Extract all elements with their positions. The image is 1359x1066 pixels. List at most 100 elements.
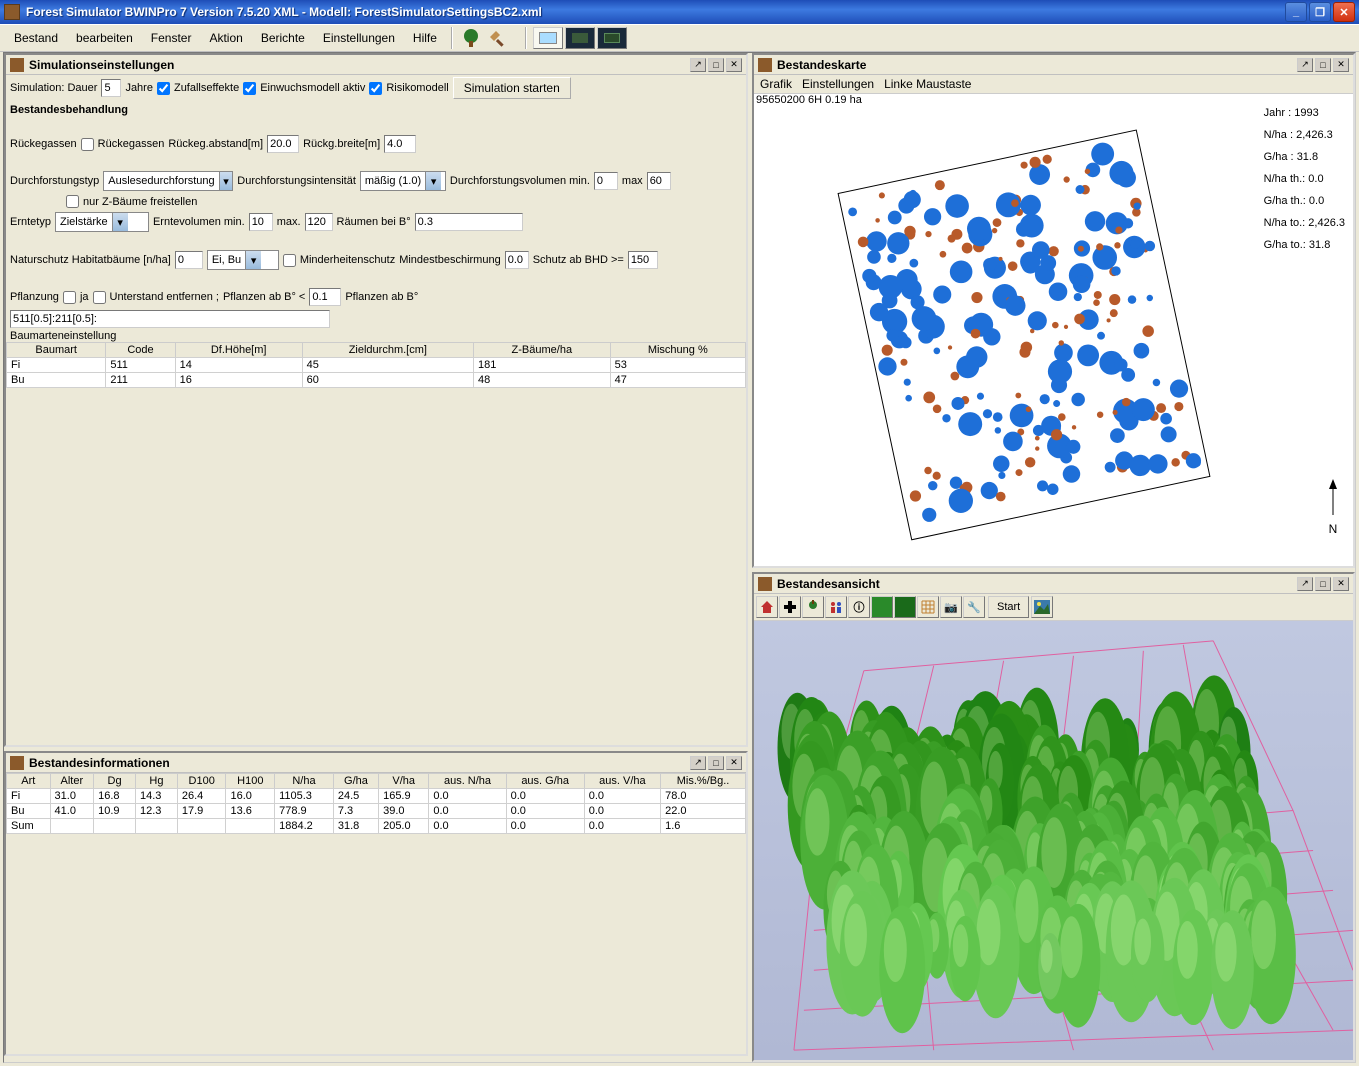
map-menu-linke-maustaste[interactable]: Linke Maustaste (884, 77, 971, 91)
panel-minimize-icon[interactable]: ↗ (690, 756, 706, 770)
people-icon[interactable] (825, 596, 847, 618)
info-table: ArtAlterDgHgD100H100N/haG/haV/haaus. N/h… (6, 773, 746, 834)
durchforstungsvolumen-min-input[interactable] (594, 172, 618, 190)
grid-icon[interactable] (917, 596, 939, 618)
simulation-starten-button[interactable]: Simulation starten (453, 77, 571, 99)
panel-bestandeskarte: Bestandeskarte ↗ □ ✕ Grafik Einstellunge… (752, 53, 1355, 568)
wrench-icon[interactable]: 🔧 (963, 596, 985, 618)
naturschutz-label: Naturschutz Habitatbäume [n/ha] (10, 254, 171, 266)
menu-bearbeiten[interactable]: bearbeiten (68, 27, 141, 49)
close-button[interactable]: ✕ (1333, 2, 1355, 22)
schutz-bhd-input[interactable] (628, 251, 658, 269)
pflanzen-textbox[interactable] (10, 310, 330, 328)
pflanzung-ja-checkbox[interactable] (63, 291, 76, 304)
zufallseffekte-checkbox[interactable] (157, 82, 170, 95)
chevron-down-icon[interactable]: ▾ (245, 251, 261, 269)
panel-minimize-icon[interactable]: ↗ (1297, 58, 1313, 72)
durchforstungstyp-combo[interactable]: Auslesedurchforstung▾ (103, 171, 233, 191)
panel-minimize-icon[interactable]: ↗ (690, 58, 706, 72)
view-toolbar: ⓘ 📷 🔧 Start (754, 594, 1353, 621)
naturschutz-input[interactable] (175, 251, 203, 269)
panel-close-icon[interactable]: ✕ (1333, 577, 1349, 591)
green-2-icon[interactable] (894, 596, 916, 618)
nur-z-baeume-label: nur Z-Bäume freistellen (83, 196, 197, 208)
mindestbeschirmung-label: Mindestbeschirmung (399, 254, 501, 266)
axe-icon[interactable] (485, 26, 509, 50)
table-row[interactable]: Bu21116604847 (7, 373, 746, 388)
erntetyp-combo[interactable]: Zielstärke▾ (55, 212, 149, 232)
panel-close-icon[interactable]: ✕ (1333, 58, 1349, 72)
camera-icon[interactable]: 📷 (940, 596, 962, 618)
ja-label: ja (80, 291, 89, 303)
panel-title: Bestandeskarte (777, 58, 1295, 72)
durchforstungstyp-label: Durchforstungstyp (10, 175, 99, 187)
house-icon[interactable] (756, 596, 778, 618)
green-1-icon[interactable] (871, 596, 893, 618)
column-header: V/ha (379, 774, 429, 789)
column-header: aus. G/ha (506, 774, 584, 789)
rueckegassen-checkbox[interactable] (81, 138, 94, 151)
nur-z-baeume-checkbox[interactable] (66, 195, 79, 208)
pflanzung-label: Pflanzung (10, 291, 59, 303)
erntevolumen-min-input[interactable] (249, 213, 273, 231)
tree-icon[interactable] (802, 596, 824, 618)
plot-id-label: 95650200 6H 0.19 ha (756, 94, 862, 106)
panel-header: Bestandesinformationen ↗ □ ✕ (6, 753, 746, 773)
menu-fenster[interactable]: Fenster (143, 27, 200, 49)
minderheitenschutz-checkbox[interactable] (283, 254, 296, 267)
panel-minimize-icon[interactable]: ↗ (1297, 577, 1313, 591)
menu-bestand[interactable]: Bestand (6, 27, 66, 49)
table-row[interactable]: Fi511144518153 (7, 358, 746, 373)
chevron-down-icon[interactable]: ▾ (112, 213, 128, 231)
map-menu-einstellungen[interactable]: Einstellungen (802, 77, 874, 91)
map-menu-grafik[interactable]: Grafik (760, 77, 792, 91)
table-row[interactable]: Fi31.016.814.326.416.01105.324.5165.90.0… (7, 789, 746, 804)
pflanzen-ab-input[interactable] (309, 288, 341, 306)
3d-view[interactable] (754, 621, 1353, 1060)
info-icon[interactable]: ⓘ (848, 596, 870, 618)
panel-maximize-icon[interactable]: □ (1315, 58, 1331, 72)
panel-close-icon[interactable]: ✕ (726, 756, 742, 770)
chevron-down-icon[interactable]: ▾ (219, 172, 233, 190)
cross-icon[interactable] (779, 596, 801, 618)
erntevolumen-max-input[interactable] (305, 213, 333, 231)
durchforstungsintensitaet-combo[interactable]: mäßig (1.0)▾ (360, 171, 446, 191)
thumb-1-icon[interactable] (533, 27, 563, 49)
column-header: Baumart (7, 343, 106, 358)
menu-aktion[interactable]: Aktion (201, 27, 250, 49)
eibu-combo[interactable]: Ei, Bu▾ (207, 250, 279, 270)
panel-maximize-icon[interactable]: □ (708, 58, 724, 72)
chevron-down-icon[interactable]: ▾ (425, 172, 441, 190)
minderheitenschutz-label: Minderheitenschutz (300, 254, 395, 266)
raeumen-input[interactable] (415, 213, 523, 231)
unterstand-entfernen-checkbox[interactable] (93, 291, 106, 304)
maximize-button[interactable]: ❐ (1309, 2, 1331, 22)
map-area[interactable]: 95650200 6H 0.19 ha Jahr : 1993 N/ha : 2… (754, 94, 1353, 566)
panel-maximize-icon[interactable]: □ (708, 756, 724, 770)
zufallseffekte-label: Zufallseffekte (174, 82, 239, 94)
durchforstungsvolumen-label: Durchforstungsvolumen min. (450, 175, 590, 187)
start-button[interactable]: Start (988, 596, 1029, 618)
durchforstungsvolumen-max-input[interactable] (647, 172, 671, 190)
menu-berichte[interactable]: Berichte (253, 27, 313, 49)
panel-close-icon[interactable]: ✕ (726, 58, 742, 72)
table-row[interactable]: Sum1884.231.8205.00.00.00.01.6 (7, 819, 746, 834)
rueckeg-abstand-input[interactable] (267, 135, 299, 153)
risikomodell-checkbox[interactable] (369, 82, 382, 95)
rueckg-breite-input[interactable] (384, 135, 416, 153)
table-row[interactable]: Bu41.010.912.317.913.6778.97.339.00.00.0… (7, 804, 746, 819)
panel-maximize-icon[interactable]: □ (1315, 577, 1331, 591)
minimize-button[interactable]: _ (1285, 2, 1307, 22)
menu-hilfe[interactable]: Hilfe (405, 27, 445, 49)
thumb-2-icon[interactable] (565, 27, 595, 49)
einwuchsmodell-checkbox[interactable] (243, 82, 256, 95)
image-icon[interactable] (1031, 596, 1053, 618)
pflanzen-ab-b-label: Pflanzen ab B° (345, 291, 418, 303)
dauer-input[interactable] (101, 79, 121, 97)
column-header: Mischung % (610, 343, 745, 358)
mindestbeschirmung-input[interactable] (505, 251, 529, 269)
panel-header: Bestandesansicht ↗ □ ✕ (754, 574, 1353, 594)
tree-icon[interactable] (459, 26, 483, 50)
menu-einstellungen[interactable]: Einstellungen (315, 27, 403, 49)
thumb-3-icon[interactable] (597, 27, 627, 49)
